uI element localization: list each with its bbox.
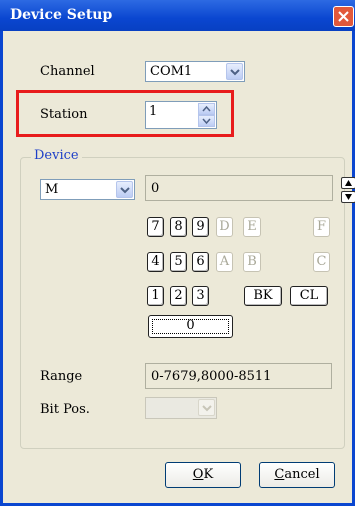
key-0[interactable]: 0: [148, 315, 233, 338]
ok-button[interactable]: OK: [165, 462, 241, 488]
triangle-down-icon: [345, 194, 352, 200]
address-down-button[interactable]: [341, 191, 355, 203]
range-field: 0-7679,8000-8511: [145, 363, 332, 389]
key-3[interactable]: 3: [192, 286, 209, 306]
key-5[interactable]: 5: [170, 252, 187, 272]
device-type-value: M: [45, 182, 59, 197]
bitpos-label: Bit Pos.: [40, 402, 90, 417]
cancel-button[interactable]: Cancel: [259, 462, 335, 488]
ok-mnemonic: O: [192, 467, 204, 482]
chevron-down-icon: [202, 405, 212, 412]
device-group-label: Device: [31, 148, 82, 163]
channel-dropdown-button[interactable]: [226, 63, 243, 80]
station-label: Station: [40, 107, 88, 122]
bitpos-dropdown-button[interactable]: [198, 399, 215, 416]
cancel-mnemonic: C: [274, 467, 285, 482]
focus-rectangle: [152, 319, 229, 334]
window-title: Device Setup: [10, 7, 113, 23]
key-9[interactable]: 9: [192, 217, 209, 237]
title-bar[interactable]: Device Setup: [0, 0, 355, 31]
channel-value: COM1: [150, 64, 193, 79]
key-6[interactable]: 6: [192, 252, 209, 272]
window-border-left: [0, 31, 3, 506]
key-f[interactable]: F: [313, 217, 330, 237]
key-a[interactable]: A: [216, 252, 233, 272]
key-2[interactable]: 2: [170, 286, 187, 306]
station-spinner[interactable]: 1: [145, 101, 217, 129]
key-b[interactable]: B: [243, 252, 261, 272]
bitpos-select[interactable]: [145, 397, 217, 419]
chevron-up-icon: [202, 105, 211, 112]
station-spin-down[interactable]: [198, 115, 215, 127]
chevron-down-icon: [230, 69, 240, 76]
cancel-label-rest: ancel: [284, 467, 320, 482]
range-label: Range: [40, 369, 83, 384]
device-setup-dialog: Device Setup Channel COM1 Station 1 Devi…: [0, 0, 355, 506]
key-4[interactable]: 4: [147, 252, 164, 272]
key-d[interactable]: D: [216, 217, 233, 237]
close-button[interactable]: [333, 6, 354, 27]
range-value: 0-7679,8000-8511: [151, 369, 272, 384]
triangle-up-icon: [345, 180, 352, 186]
key-clear[interactable]: CL: [290, 286, 328, 306]
key-backspace[interactable]: BK: [244, 286, 282, 306]
channel-label: Channel: [40, 64, 95, 79]
close-icon: [338, 11, 349, 22]
device-type-select[interactable]: M: [40, 179, 135, 200]
address-up-button[interactable]: [341, 177, 355, 189]
key-8[interactable]: 8: [170, 217, 187, 237]
device-address-field[interactable]: 0: [145, 175, 333, 201]
key-1[interactable]: 1: [147, 286, 164, 306]
key-7[interactable]: 7: [147, 217, 164, 237]
chevron-down-icon: [120, 187, 130, 194]
key-c[interactable]: C: [313, 252, 330, 272]
device-type-dropdown-button[interactable]: [116, 181, 133, 198]
chevron-down-icon: [202, 118, 211, 125]
station-spin-up[interactable]: [198, 103, 215, 115]
station-value: 1: [149, 104, 158, 119]
device-address-value: 0: [151, 181, 160, 196]
ok-label-rest: K: [203, 467, 214, 482]
channel-select[interactable]: COM1: [145, 61, 245, 82]
key-e[interactable]: E: [243, 217, 261, 237]
